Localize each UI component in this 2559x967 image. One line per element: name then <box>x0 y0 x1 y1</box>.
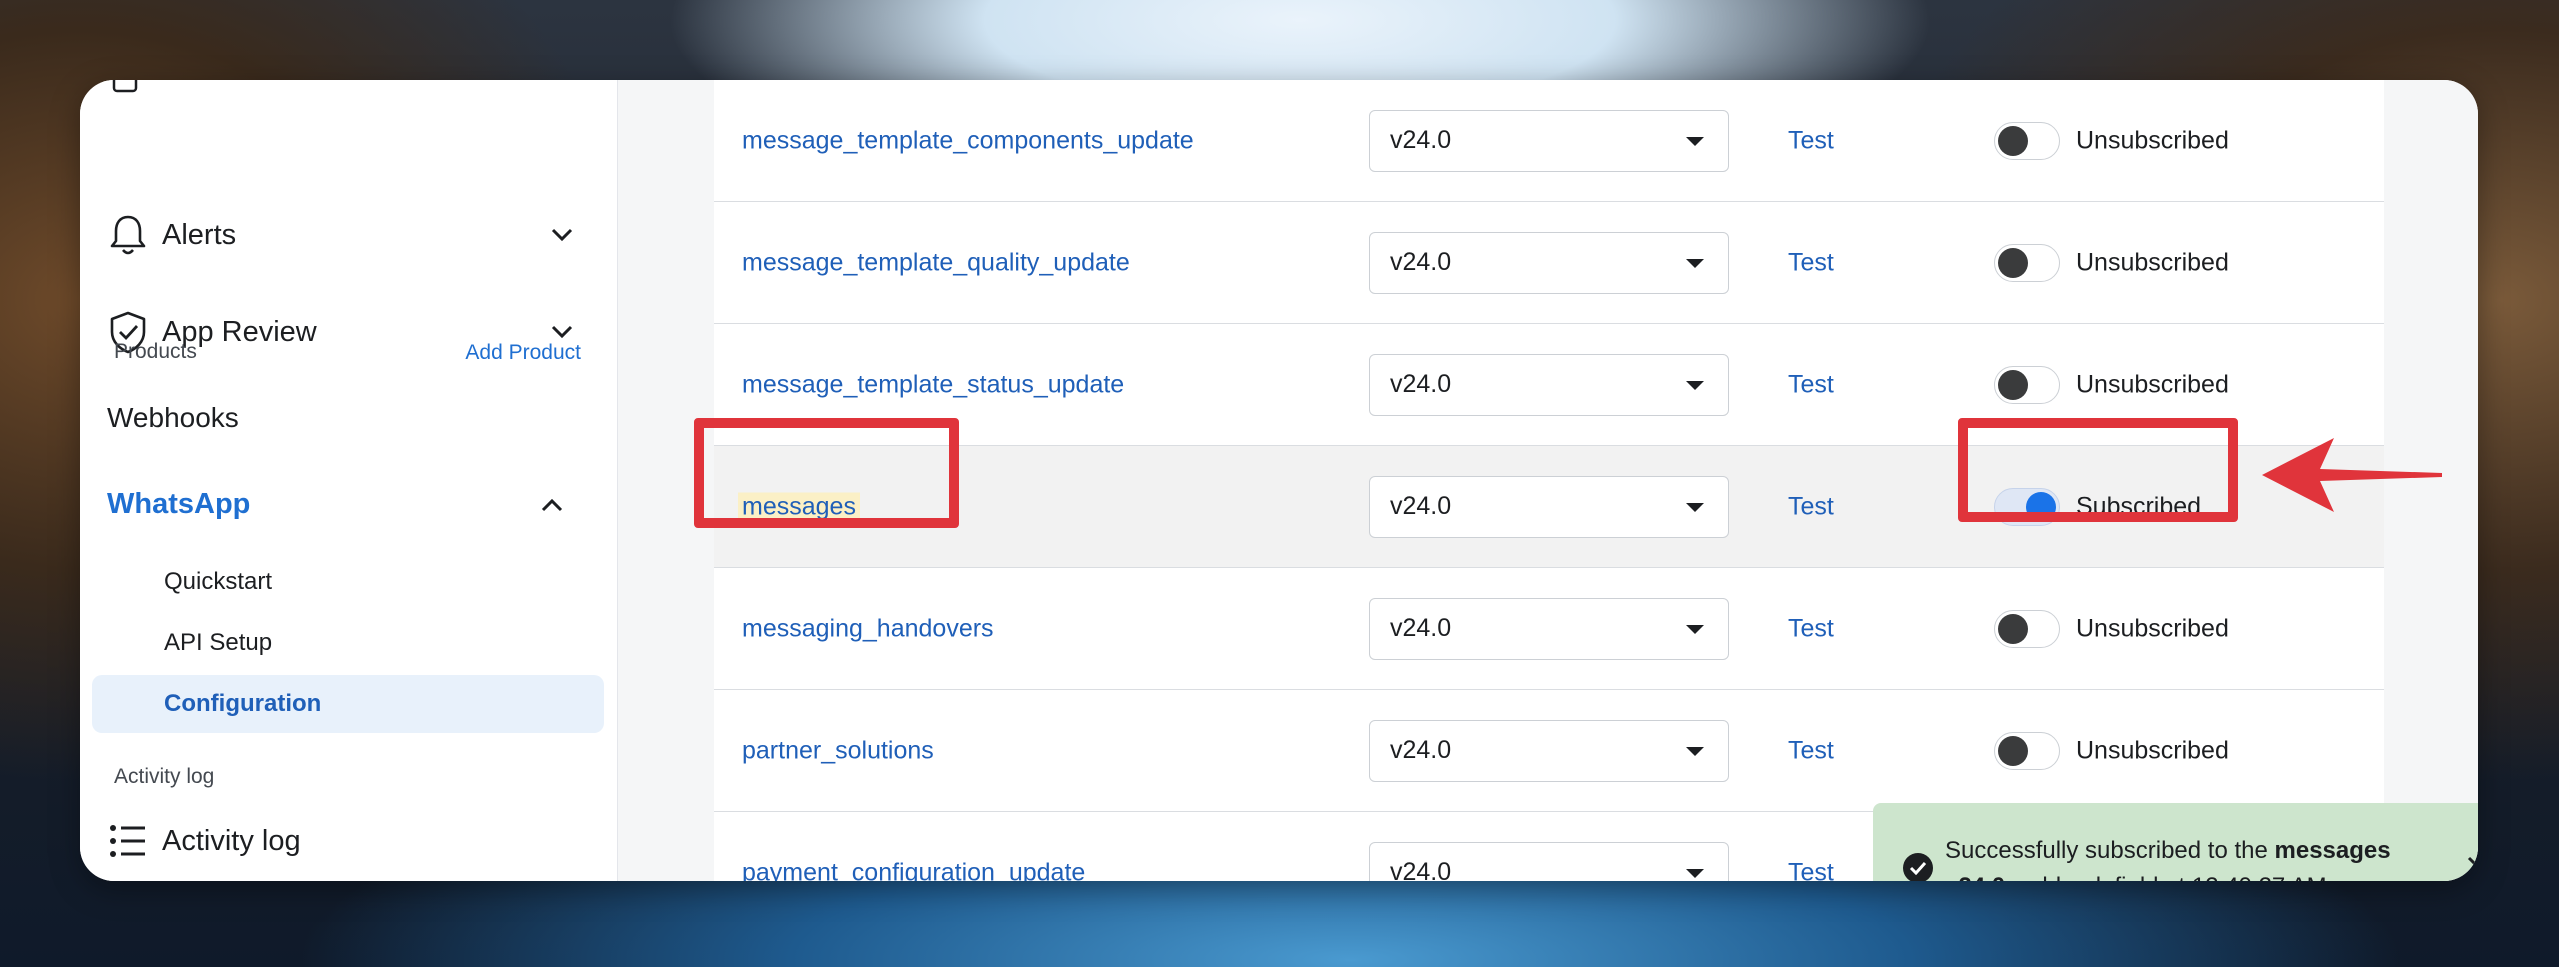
field-name-link[interactable]: payment_configuration_update <box>742 858 1085 881</box>
subscription-toggle[interactable] <box>1994 365 2060 404</box>
annotation-arrow-icon <box>2262 438 2442 512</box>
toast-version: v24.0 <box>1945 873 2005 881</box>
chevron-up-icon[interactable] <box>537 490 567 520</box>
subscription-status: Unsubscribed <box>2076 248 2229 276</box>
toggle-knob <box>1998 247 2028 278</box>
close-icon[interactable] <box>2462 851 2478 881</box>
check-circle-icon <box>1903 853 1933 881</box>
test-link[interactable]: Test <box>1788 858 1834 881</box>
subscription-toggle[interactable] <box>1994 731 2060 770</box>
subscription-toggle[interactable] <box>1994 243 2060 282</box>
version-value: v24.0 <box>1390 736 1452 764</box>
toggle-knob <box>1998 125 2028 156</box>
toast-suffix: webhook field at 12:40:27 AM <box>2005 873 2327 881</box>
bell-icon <box>106 213 150 257</box>
version-value: v24.0 <box>1390 126 1452 154</box>
subscription-toggle[interactable] <box>1994 121 2060 160</box>
caret-down-icon <box>1686 746 1704 756</box>
subscription-toggle[interactable] <box>1994 609 2060 648</box>
version-value: v24.0 <box>1390 370 1452 398</box>
app-icon-partial <box>110 80 140 101</box>
sidebar-item-app-partial[interactable] <box>110 80 140 102</box>
sidebar-item-webhooks[interactable]: Webhooks <box>107 402 239 434</box>
sidebar-item-label: Alerts <box>162 218 237 251</box>
toast-message: Successfully subscribed to the messages … <box>1945 833 2425 881</box>
test-link[interactable]: Test <box>1788 492 1834 521</box>
table-row: partner_solutions v24.0 Test Unsubscribe… <box>714 690 2384 812</box>
add-product-link[interactable]: Add Product <box>465 341 581 365</box>
version-value: v24.0 <box>1390 248 1452 276</box>
chevron-down-icon[interactable] <box>547 220 577 250</box>
field-name-link[interactable]: messaging_handovers <box>742 614 994 643</box>
annotation-box-subscribed <box>1958 418 2238 522</box>
toast-prefix: Successfully subscribed to the <box>1945 837 2275 864</box>
version-select[interactable]: v24.0 <box>1369 841 1729 881</box>
caret-down-icon <box>1686 380 1704 390</box>
field-name-link[interactable]: message_template_quality_update <box>742 248 1130 277</box>
field-name-link[interactable]: partner_solutions <box>742 736 934 765</box>
caret-down-icon <box>1686 868 1704 878</box>
version-select[interactable]: v24.0 <box>1369 353 1729 416</box>
test-link[interactable]: Test <box>1788 370 1834 399</box>
success-toast: Successfully subscribed to the messages … <box>1873 803 2478 881</box>
table-row: messaging_handovers v24.0 Test Unsubscri… <box>714 568 2384 690</box>
subscription-status: Unsubscribed <box>2076 126 2229 154</box>
version-value: v24.0 <box>1390 492 1452 520</box>
subscription-status: Unsubscribed <box>2076 370 2229 398</box>
test-link[interactable]: Test <box>1788 614 1834 643</box>
field-name-link[interactable]: message_template_components_update <box>742 126 1194 155</box>
toggle-knob <box>1998 735 2028 766</box>
subscription-status: Unsubscribed <box>2076 614 2229 642</box>
test-link[interactable]: Test <box>1788 126 1834 155</box>
sidebar-item-quickstart[interactable]: Quickstart <box>164 568 272 596</box>
subscription-status: Unsubscribed <box>2076 736 2229 764</box>
version-value: v24.0 <box>1390 858 1452 881</box>
annotation-box-messages <box>694 418 959 528</box>
sidebar: Alerts App Review Products Add Product W… <box>80 80 618 881</box>
sidebar-item-label: Activity log <box>162 824 301 857</box>
caret-down-icon <box>1686 136 1704 146</box>
sidebar-item-configuration[interactable]: Configuration <box>164 690 321 718</box>
caret-down-icon <box>1686 502 1704 512</box>
version-value: v24.0 <box>1390 614 1452 642</box>
activity-section-label: Activity log <box>114 765 215 788</box>
sidebar-item-api-setup[interactable]: API Setup <box>164 629 272 657</box>
app-panel: Alerts App Review Products Add Product W… <box>80 80 2478 881</box>
sidebar-item-activity-log[interactable]: Activity log <box>106 819 577 863</box>
toggle-knob <box>1998 613 2028 644</box>
version-select[interactable]: v24.0 <box>1369 719 1729 782</box>
list-icon <box>106 819 150 863</box>
products-section-label: Products <box>114 340 197 363</box>
toggle-knob <box>1998 369 2028 400</box>
version-select[interactable]: v24.0 <box>1369 231 1729 294</box>
caret-down-icon <box>1686 258 1704 268</box>
sidebar-item-alerts[interactable]: Alerts <box>106 213 577 257</box>
caret-down-icon <box>1686 624 1704 634</box>
test-link[interactable]: Test <box>1788 736 1834 765</box>
table-row: message_template_quality_update v24.0 Te… <box>714 202 2384 324</box>
version-select[interactable]: v24.0 <box>1369 597 1729 660</box>
field-name-link[interactable]: message_template_status_update <box>742 370 1124 399</box>
toast-field: messages <box>2274 837 2391 864</box>
version-select[interactable]: v24.0 <box>1369 475 1729 538</box>
version-select[interactable]: v24.0 <box>1369 109 1729 172</box>
sidebar-item-whatsapp[interactable]: WhatsApp <box>107 488 250 521</box>
table-row: message_template_components_update v24.0… <box>714 80 2384 202</box>
test-link[interactable]: Test <box>1788 248 1834 277</box>
